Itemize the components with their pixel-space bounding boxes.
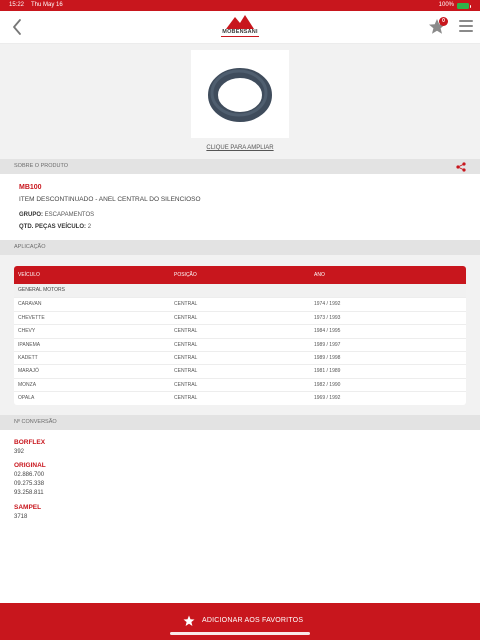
status-bar: 15:22 Thu May 16 100%: [0, 0, 480, 11]
cell-vehicle: IPANEMA: [18, 341, 41, 348]
product-image[interactable]: [191, 50, 289, 138]
conversion-brand: SAMPEL: [14, 504, 42, 511]
application-area: VEÍCULO POSIÇÃO ANO GENERAL MOTORS CARAV…: [0, 255, 480, 415]
cell-position: CENTRAL: [174, 395, 198, 402]
product-quantity: QTD. PEÇAS VEÍCULO: 2: [19, 224, 91, 230]
mobensani-logo: MOBENSANI: [221, 15, 259, 41]
home-indicator: [170, 632, 310, 635]
back-button[interactable]: [8, 17, 28, 37]
product-info: MB100 ITEM DESCONTINUADO - ANEL CENTRAL …: [0, 174, 480, 240]
zoom-link[interactable]: CLIQUE PARA AMPLIAR: [0, 145, 480, 151]
cell-year: 1981 / 1989: [314, 368, 341, 375]
cell-position: CENTRAL: [174, 354, 198, 361]
conversion-brand: BORFLEX: [14, 439, 46, 446]
cell-position: CENTRAL: [174, 328, 198, 335]
table-row: CHEVETTE CENTRAL 1973 / 1993: [14, 310, 466, 324]
application-table: VEÍCULO POSIÇÃO ANO GENERAL MOTORS CARAV…: [14, 266, 466, 405]
cell-year: 1989 / 1998: [314, 354, 341, 361]
cell-vehicle: KADETT: [18, 354, 38, 361]
product-group: GRUPO: ESCAPAMENTOS: [19, 212, 94, 218]
share-icon[interactable]: [456, 162, 466, 172]
group-label: GRUPO:: [19, 212, 43, 218]
cell-year: 1974 / 1992: [314, 301, 341, 308]
section-bar-application: APLICAÇÃO: [0, 240, 480, 255]
menu-button[interactable]: [459, 20, 473, 33]
logo-underline: [221, 36, 259, 37]
table-group-row: GENERAL MOTORS: [14, 284, 466, 298]
conversion-list: BORFLEX 392 ORIGINAL 02.886.700 09.275.3…: [0, 430, 480, 603]
cell-year: 1982 / 1990: [314, 381, 341, 388]
cell-year: 1989 / 1997: [314, 341, 341, 348]
conversion-code: 02.886.700: [14, 472, 45, 478]
table-row: MONZA CENTRAL 1982 / 1990: [14, 377, 466, 391]
section-title-about: SOBRE O PRODUTO: [14, 163, 68, 169]
back-chevron-icon: [13, 19, 21, 35]
cell-vehicle: CHEVETTE: [18, 314, 45, 321]
table-row: KADETT CENTRAL 1989 / 1998: [14, 350, 466, 364]
conversion-code: 3718: [14, 514, 28, 520]
group-name: GENERAL MOTORS: [18, 287, 65, 293]
table-row: IPANEMA CENTRAL 1989 / 1997: [14, 337, 466, 351]
section-bar-conversion: Nº CONVERSÃO: [0, 415, 480, 430]
status-date: Thu May 16: [31, 2, 63, 8]
oring-image: [208, 68, 272, 122]
cell-position: CENTRAL: [174, 381, 198, 388]
favorites-count-badge: 0: [439, 17, 448, 26]
cell-position: CENTRAL: [174, 368, 198, 375]
cell-position: CENTRAL: [174, 301, 198, 308]
status-time: 15:22: [9, 2, 25, 8]
section-title-conversion: Nº CONVERSÃO: [14, 419, 57, 425]
cell-year: 1984 / 1995: [314, 328, 341, 335]
cell-vehicle: MARAJÓ: [18, 368, 39, 375]
logo-text: MOBENSANI: [222, 29, 258, 35]
column-header-vehicle: VEÍCULO: [18, 272, 40, 278]
battery-icon: [457, 3, 471, 9]
product-code: MB100: [19, 184, 42, 191]
table-row: CARAVAN CENTRAL 1974 / 1992: [14, 297, 466, 310]
cell-position: CENTRAL: [174, 314, 198, 321]
cell-vehicle: CARAVAN: [18, 301, 42, 308]
column-header-position: POSIÇÃO: [174, 272, 197, 278]
logo-mark-icon: [226, 15, 254, 29]
cell-position: CENTRAL: [174, 341, 198, 348]
battery-percentage: 100%: [438, 2, 454, 8]
cell-year: 1969 / 1992: [314, 395, 341, 402]
table-header: VEÍCULO POSIÇÃO ANO: [14, 266, 466, 284]
cell-vehicle: OPALA: [18, 395, 35, 402]
group-value: ESCAPAMENTOS: [44, 212, 95, 218]
product-image-area: CLIQUE PARA AMPLIAR: [0, 44, 480, 159]
table-row: MARAJÓ CENTRAL 1981 / 1989: [14, 364, 466, 377]
section-bar-about: SOBRE O PRODUTO: [0, 159, 480, 174]
table-row: CHEVY CENTRAL 1984 / 1995: [14, 324, 466, 337]
section-title-application: APLICAÇÃO: [14, 244, 46, 250]
hamburger-menu-icon: [459, 20, 473, 32]
conversion-code: 392: [14, 449, 25, 455]
add-to-favorites-label: ADICIONAR AOS FAVORITOS: [202, 617, 304, 624]
conversion-code: 93.258.811: [14, 490, 44, 496]
table-row: OPALA CENTRAL 1969 / 1992: [14, 391, 466, 404]
app-header: MOBENSANI 0: [0, 11, 480, 44]
qty-label: QTD. PEÇAS VEÍCULO:: [19, 224, 87, 230]
cell-vehicle: MONZA: [18, 381, 37, 388]
product-description: ITEM DESCONTINUADO - ANEL CENTRAL DO SIL…: [19, 196, 201, 203]
column-header-year: ANO: [314, 272, 325, 278]
cell-year: 1973 / 1993: [314, 314, 341, 321]
conversion-brand: ORIGINAL: [14, 462, 46, 469]
star-icon: [183, 615, 195, 626]
conversion-code: 09.275.338: [14, 481, 45, 487]
qty-value: 2: [87, 224, 92, 230]
cell-vehicle: CHEVY: [18, 328, 36, 335]
